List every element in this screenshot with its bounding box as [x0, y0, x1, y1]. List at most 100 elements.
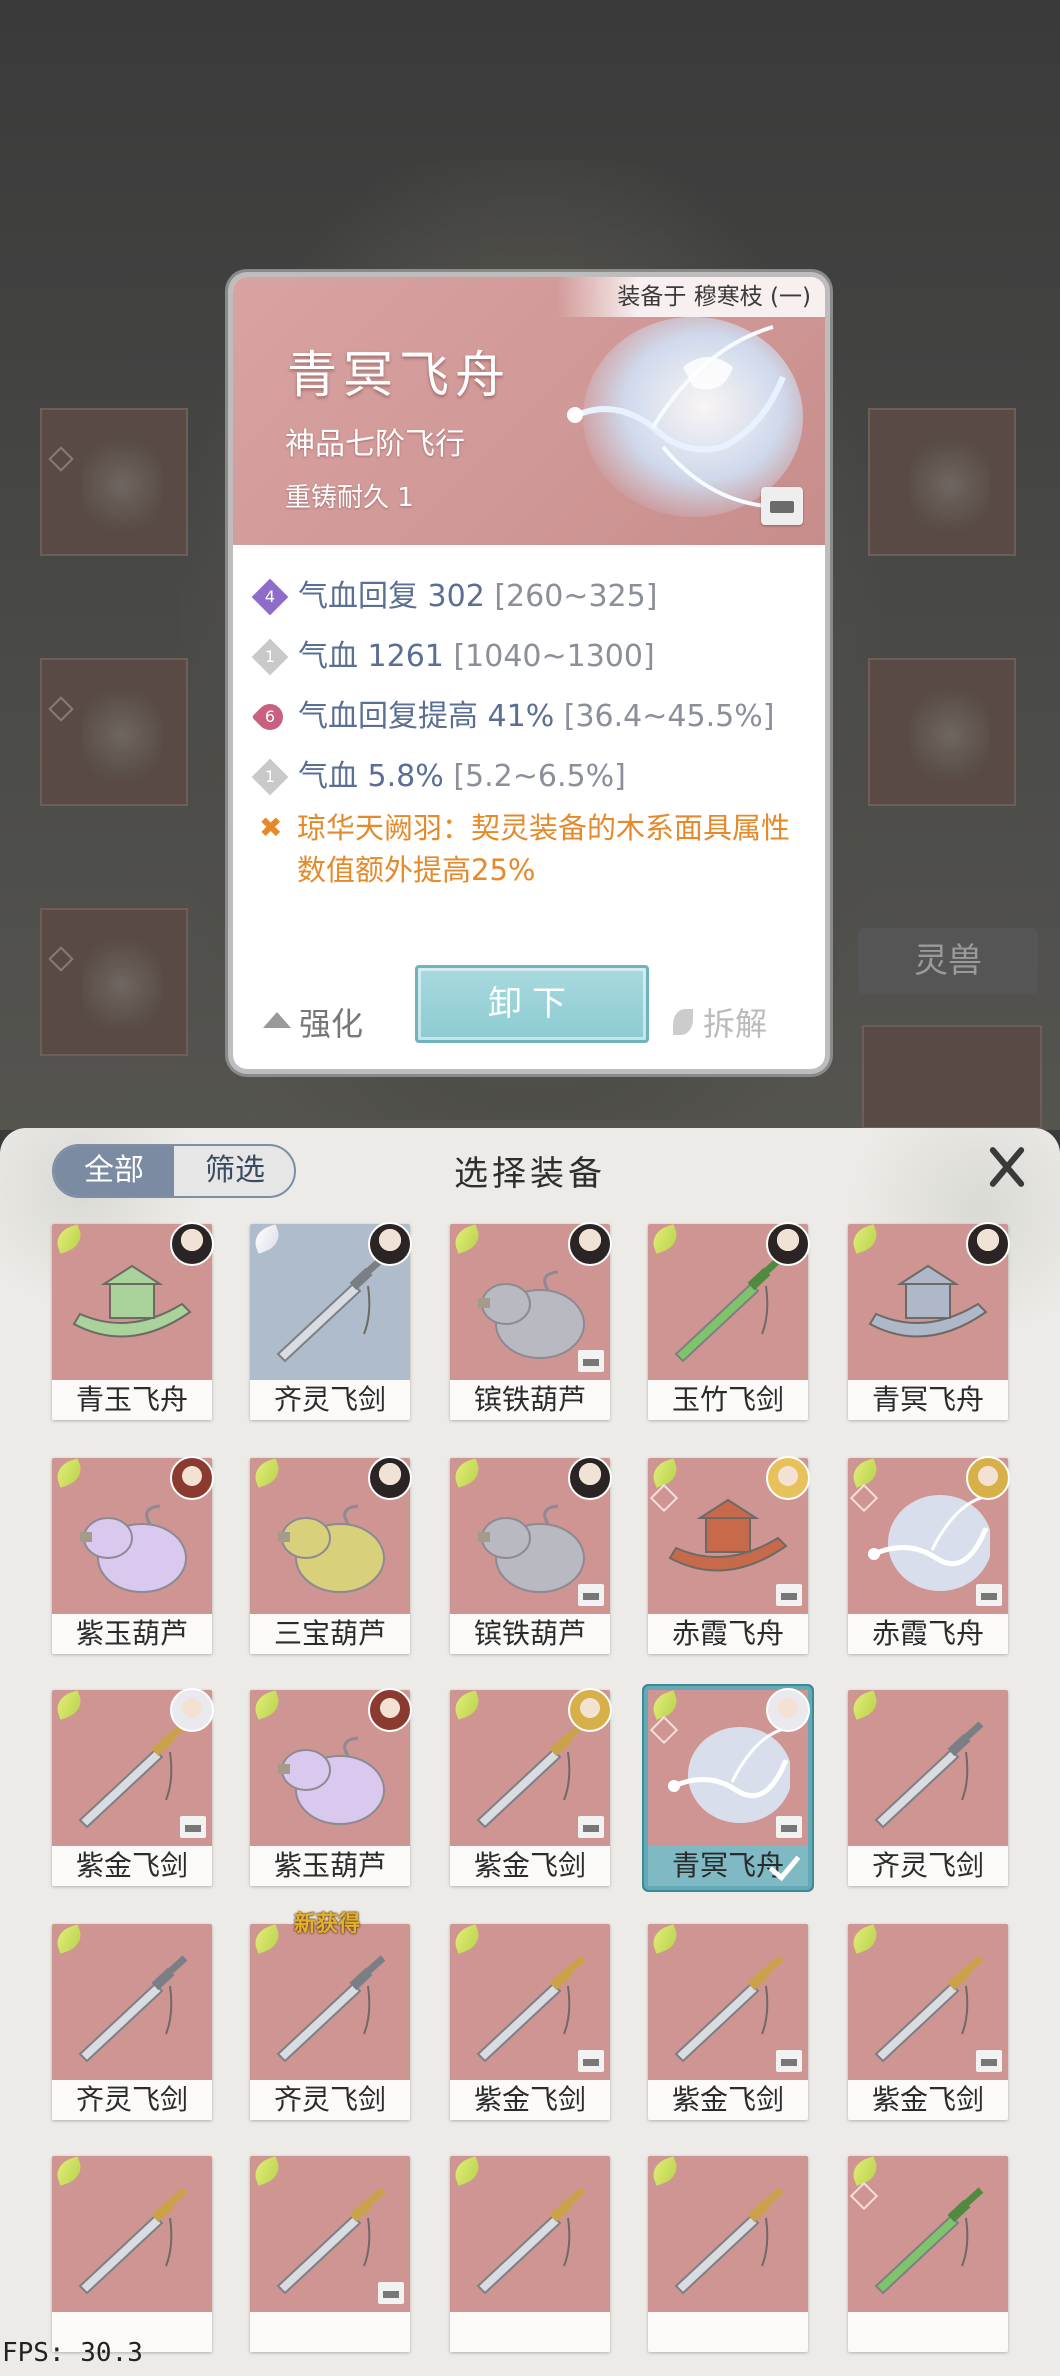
lock-icon	[180, 1816, 206, 1838]
equipment-tile[interactable]: 青玉飞舟	[52, 1222, 214, 1420]
stat-range: [5.2~6.5%]	[453, 759, 626, 794]
item-name: 齐灵飞剑	[250, 1380, 410, 1420]
equipment-tile[interactable]: 青冥飞舟	[648, 1688, 810, 1886]
dismantle-button[interactable]: 拆解	[673, 999, 767, 1045]
stat-rank-badge: 6	[251, 698, 289, 736]
owner-avatar	[368, 1222, 412, 1266]
pet-button[interactable]: 灵兽	[858, 928, 1038, 994]
equipment-select-panel: 全部 筛选 选择装备 青玉飞舟 齐灵飞剑 镔铁葫芦 玉竹飞剑 青冥飞舟 紫玉葫芦…	[0, 1128, 1060, 2376]
stat-value: 气血 1261	[298, 639, 444, 674]
item-name	[450, 2312, 610, 2352]
item-name: 镔铁葫芦	[450, 1614, 610, 1654]
stat-range: [36.4~45.5%]	[563, 699, 775, 734]
item-name: 紫金飞剑	[52, 1846, 212, 1886]
equipment-tile[interactable]	[450, 2156, 610, 2352]
equipment-tile[interactable]: 齐灵飞剑	[52, 1924, 212, 2120]
item-name: 赤霞飞舟	[648, 1614, 808, 1654]
equipment-tile[interactable]: 紫金飞剑	[450, 1924, 610, 2120]
stat-row: 1 气血 1261 [1040~1300]	[251, 627, 813, 687]
owner-avatar	[170, 1456, 214, 1500]
equipment-tile[interactable]: 齐灵飞剑	[848, 1690, 1008, 1886]
item-name	[250, 2312, 410, 2352]
stat-rank-badge: 4	[251, 578, 289, 616]
tile-frame	[450, 2156, 610, 2352]
slot-item-art	[82, 440, 162, 530]
equipment-tile[interactable]	[848, 2156, 1008, 2352]
equipment-tile[interactable]: 紫金飞剑	[848, 1924, 1008, 2120]
item-detail-card: 装备于 穆寒枝 (一) 青冥飞舟 神品七阶飞行 重铸耐久 1 4 气血回复 30…	[233, 277, 825, 1069]
stat-row: 1 气血 5.8% [5.2~6.5%]	[251, 747, 813, 807]
tile-frame: 齐灵飞剑	[250, 1924, 410, 2120]
equipment-tile[interactable]: 紫玉葫芦	[250, 1688, 412, 1886]
item-recast-durability: 重铸耐久 1	[285, 483, 414, 513]
lock-icon	[578, 1584, 604, 1606]
pet-slot[interactable]	[862, 1025, 1042, 1129]
unequip-button[interactable]: 卸下	[415, 965, 649, 1043]
stat-value: 气血回复 302	[298, 579, 485, 614]
tile-frame: 齐灵飞剑	[848, 1690, 1008, 1886]
set-effect-icon: ✖	[259, 811, 283, 844]
equipment-tile[interactable]: 紫玉葫芦	[52, 1456, 214, 1654]
owner-avatar	[766, 1688, 810, 1732]
lock-icon[interactable]	[761, 487, 803, 525]
item-art	[52, 2156, 212, 2312]
tile-frame	[52, 2156, 212, 2352]
equipment-tile[interactable]: 紫金飞剑	[450, 1688, 612, 1886]
item-name: 齐灵飞剑	[52, 2080, 212, 2120]
lock-icon	[776, 1816, 802, 1838]
equipment-tile[interactable]: 玉竹飞剑	[648, 1222, 810, 1420]
equipment-tile[interactable]: 齐灵飞剑 新获得	[250, 1912, 410, 2120]
item-grade: 神品七阶飞行	[285, 427, 465, 462]
equipment-tile[interactable]: 镔铁葫芦	[450, 1222, 612, 1420]
slot-item-art	[82, 690, 162, 780]
equip-slot-left-2[interactable]	[40, 658, 188, 806]
equipment-tile[interactable]: 赤霞飞舟	[848, 1456, 1010, 1654]
equipment-tile[interactable]: 齐灵飞剑	[250, 1222, 412, 1420]
stat-range: [260~325]	[494, 579, 658, 614]
item-art	[648, 2156, 808, 2312]
enhance-button[interactable]: 强化	[263, 999, 363, 1045]
equipment-tile[interactable]	[250, 2156, 410, 2352]
stat-value: 气血 5.8%	[298, 759, 444, 794]
equipment-tile[interactable]: 青冥飞舟	[848, 1222, 1010, 1420]
equipment-tile[interactable]	[52, 2156, 212, 2352]
equipment-tile[interactable]: 镔铁葫芦	[450, 1456, 612, 1654]
slot-item-art	[910, 690, 990, 780]
item-name: 齐灵飞剑	[250, 2080, 410, 2120]
item-name: 玉竹飞剑	[648, 1380, 808, 1420]
owner-avatar	[966, 1222, 1010, 1266]
stat-row: 6 气血回复提高 41% [36.4~45.5%]	[251, 687, 813, 747]
panel-title: 选择装备	[454, 1154, 606, 1194]
item-name: 齐灵飞剑	[848, 1846, 1008, 1886]
equip-slot-right-1[interactable]	[868, 408, 1016, 556]
owner-avatar	[568, 1688, 612, 1732]
equip-slot-left-1[interactable]	[40, 408, 188, 556]
stat-rank-badge: 1	[251, 758, 289, 796]
item-name: 三宝葫芦	[250, 1614, 410, 1654]
lock-icon	[776, 1584, 802, 1606]
lock-icon	[578, 1350, 604, 1372]
set-icon	[48, 446, 74, 472]
equipment-tile[interactable]	[648, 2156, 808, 2352]
tile-frame	[250, 2156, 410, 2352]
special-effect: ✖ 琼华天阙羽：契灵装备的木系面具属性数值额外提高25%	[255, 807, 795, 891]
item-name: 青冥飞舟	[287, 346, 511, 404]
equip-slot-right-2[interactable]	[868, 658, 1016, 806]
tile-frame: 紫金飞剑	[450, 1924, 610, 2120]
equipment-tile[interactable]: 紫金飞剑	[648, 1924, 808, 2120]
slot-item-art	[82, 940, 162, 1030]
equipped-on-label: 装备于 穆寒枝 (一)	[557, 277, 825, 317]
equip-slot-left-3[interactable]	[40, 908, 188, 1056]
lock-icon	[578, 1816, 604, 1838]
equipment-tile[interactable]: 赤霞飞舟	[648, 1456, 810, 1654]
equipment-tile[interactable]: 三宝葫芦	[250, 1456, 412, 1654]
close-icon[interactable]	[982, 1142, 1032, 1192]
item-name: 镔铁葫芦	[450, 1380, 610, 1420]
special-effect-text: 琼华天阙羽：契灵装备的木系面具属性数值额外提高25%	[297, 811, 791, 887]
owner-avatar	[368, 1688, 412, 1732]
lock-icon	[578, 2050, 604, 2072]
dismantle-label: 拆解	[703, 1005, 768, 1043]
item-art	[848, 2156, 1008, 2312]
owner-avatar	[170, 1222, 214, 1266]
equipment-tile[interactable]: 紫金飞剑	[52, 1688, 214, 1886]
